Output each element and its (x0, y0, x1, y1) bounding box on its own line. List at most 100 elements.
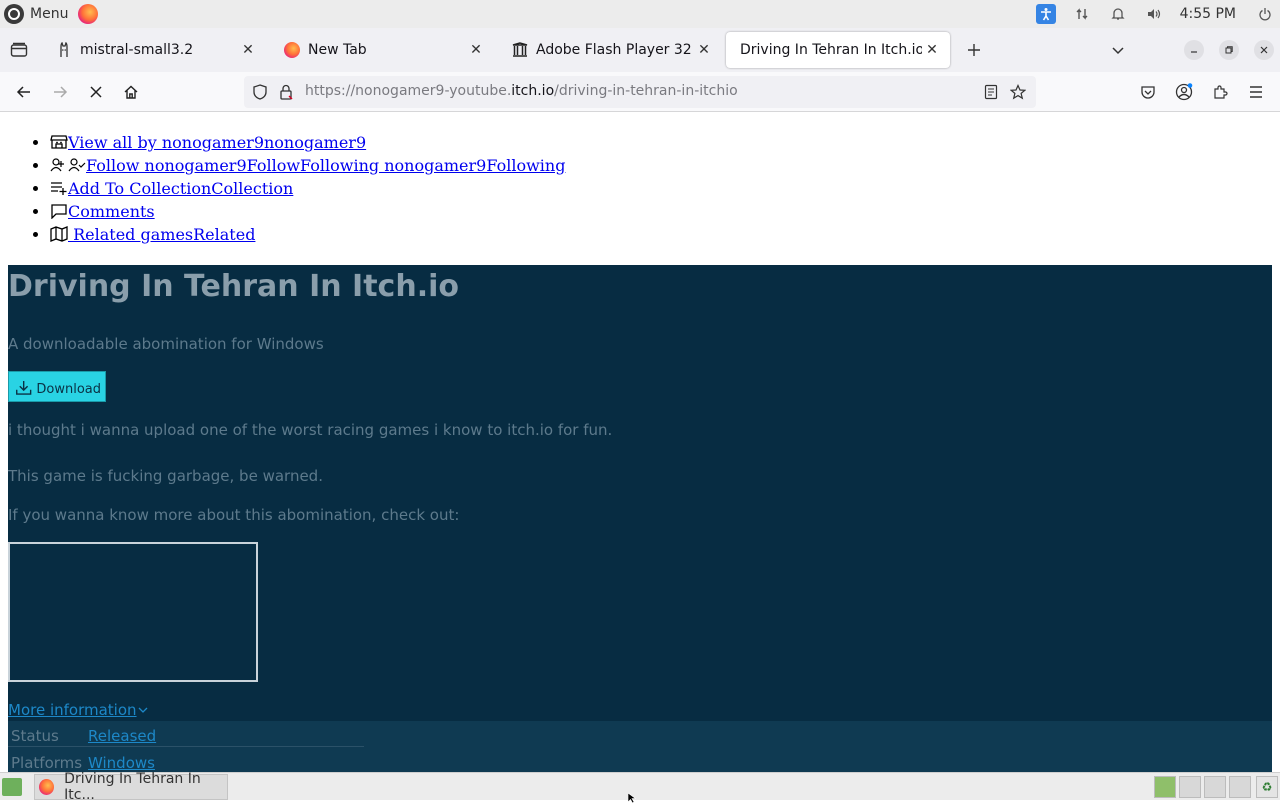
bookmark-star-icon[interactable] (1009, 84, 1027, 104)
extensions-button[interactable] (1204, 76, 1236, 108)
stop-loading-button[interactable] (80, 76, 112, 108)
workspace-switcher-1[interactable] (1154, 776, 1176, 798)
new-tab-button[interactable] (954, 32, 994, 68)
hamburger-menu-icon (1250, 86, 1262, 98)
download-icon (16, 381, 32, 395)
minimize-window-button[interactable] (1184, 40, 1204, 60)
table-row: Platforms Windows (8, 748, 364, 772)
bell-icon (1111, 8, 1125, 20)
taskbar-window-button[interactable]: Driving In Tehran In Itc... (34, 771, 228, 803)
reader-view-icon[interactable] (984, 84, 998, 104)
list-all-tabs-button[interactable] (1104, 32, 1132, 68)
comments-link[interactable]: Comments (68, 202, 155, 221)
pocket-icon (1141, 86, 1155, 99)
back-button[interactable] (8, 76, 40, 108)
power-button[interactable] (1250, 0, 1280, 28)
tab-driving-in-tehran[interactable]: Driving In Tehran In Itch.io by ✕ (726, 32, 950, 68)
archive-icon (512, 42, 528, 58)
close-window-button[interactable] (1254, 40, 1274, 60)
user-tools-list: View all by nonogamer9nonogamer9 Follow … (30, 131, 565, 246)
info-value-link[interactable]: Windows (88, 754, 155, 772)
close-tab-icon[interactable]: ✕ (694, 40, 714, 60)
view-all-by-link[interactable]: View all by nonogamer9nonogamer9 (68, 133, 366, 152)
network-button[interactable] (1064, 0, 1100, 28)
close-tab-icon[interactable]: ✕ (238, 40, 258, 60)
restore-icon (1225, 46, 1233, 54)
comment-icon (51, 204, 67, 219)
add-to-collection-link[interactable]: Add To CollectionCollection (68, 179, 293, 198)
tab-new-tab[interactable]: New Tab ✕ (270, 32, 494, 68)
pocket-button[interactable] (1132, 76, 1164, 108)
firefox-icon (284, 42, 300, 58)
minimize-icon (1191, 51, 1197, 53)
list-item: Related gamesRelated (50, 223, 565, 246)
clock[interactable]: 4:55 PM (1172, 6, 1250, 22)
app-menu-button[interactable] (1240, 76, 1272, 108)
description-line: i thought i wanna upload one of the wors… (8, 421, 613, 439)
related-games-link[interactable]: Related gamesRelated (68, 225, 255, 244)
game-page: Driving In Tehran In Itch.io A downloada… (8, 265, 1272, 772)
account-button[interactable] (1168, 76, 1200, 108)
workspace-switcher-3[interactable] (1204, 776, 1226, 798)
taskbar-window-title: Driving In Tehran In Itc... (64, 771, 201, 803)
close-tab-icon[interactable]: ✕ (922, 40, 942, 60)
maximize-window-button[interactable] (1219, 40, 1239, 60)
stop-icon (90, 86, 102, 98)
web-page-content: View all by nonogamer9nonogamer9 Follow … (0, 113, 1280, 772)
url-bar[interactable]: https://nonogamer9-youtube.itch.io/drivi… (244, 76, 1036, 108)
speaker-icon (1147, 9, 1160, 19)
more-information-label: More information (8, 701, 137, 719)
system-top-panel: Menu 4:55 PM (0, 0, 1280, 28)
show-desktop-button[interactable] (2, 778, 22, 796)
close-icon (1260, 46, 1268, 54)
browser-tab-strip: mistral-small3.2 ✕ New Tab ✕ Adobe Flash… (0, 28, 1280, 72)
itchio-icon (50, 135, 68, 149)
url-domain: itch.io (511, 83, 555, 99)
map-icon (50, 226, 68, 242)
firefox-launcher-icon[interactable] (78, 4, 99, 24)
table-row: Status Released (8, 721, 364, 747)
tab-title: mistral-small3.2 (80, 42, 194, 58)
arrow-left-icon (16, 86, 30, 98)
power-icon (1259, 8, 1271, 21)
description-line: If you wanna know more about this abomin… (8, 506, 460, 524)
game-subtitle: A downloadable abomination for Windows (8, 335, 324, 353)
site-info-lock-icon[interactable] (278, 84, 294, 104)
info-key: Platforms (11, 754, 83, 772)
tab-title: Driving In Tehran In Itch.io by (740, 42, 922, 58)
workspace-switcher-2[interactable] (1179, 776, 1201, 798)
close-tab-icon[interactable]: ✕ (466, 40, 486, 60)
tab-title: New Tab (308, 42, 367, 58)
list-item: Follow nonogamer9FollowFollowing nonogam… (50, 154, 565, 177)
tab-adobe-flash[interactable]: Adobe Flash Player 32 : A ✕ (498, 32, 722, 68)
info-key: Status (11, 727, 59, 745)
system-tray: 4:55 PM (1028, 0, 1280, 28)
ollama-icon (56, 42, 72, 58)
game-info-table: Status Released Platforms Windows (8, 721, 1272, 772)
notifications-button[interactable] (1100, 0, 1136, 28)
workspace-switcher-4[interactable] (1229, 776, 1251, 798)
tab-mistral[interactable]: mistral-small3.2 ✕ (42, 32, 266, 68)
system-menu-button[interactable]: Menu (0, 0, 68, 28)
chevron-down-icon (1112, 47, 1124, 55)
list-item: View all by nonogamer9nonogamer9 (50, 131, 565, 154)
navigation-toolbar: https://nonogamer9-youtube.itch.io/drivi… (0, 72, 1280, 112)
forward-button[interactable] (44, 76, 76, 108)
embedded-video-frame[interactable] (8, 542, 258, 682)
download-label: Download (36, 382, 101, 397)
network-transfer-icon (1076, 8, 1088, 20)
accessibility-button[interactable] (1028, 0, 1064, 28)
follow-link[interactable]: Follow nonogamer9FollowFollowing nonogam… (86, 156, 565, 175)
trash-icon[interactable]: ♻ (1256, 776, 1278, 798)
info-value-link[interactable]: Released (88, 727, 156, 745)
list-item: Comments (50, 200, 565, 223)
firefox-view-button[interactable] (0, 28, 38, 72)
bottom-taskbar: Driving In Tehran In Itc... ♻ (0, 771, 1280, 803)
volume-button[interactable] (1136, 0, 1172, 28)
description-line: This game is fucking garbage, be warned. (8, 467, 323, 485)
download-button[interactable]: Download (8, 371, 106, 402)
tracking-protection-shield-icon[interactable] (252, 84, 268, 104)
more-information-toggle[interactable]: More information (8, 701, 149, 719)
list-item: Add To CollectionCollection (50, 177, 565, 200)
home-button[interactable] (115, 76, 147, 108)
